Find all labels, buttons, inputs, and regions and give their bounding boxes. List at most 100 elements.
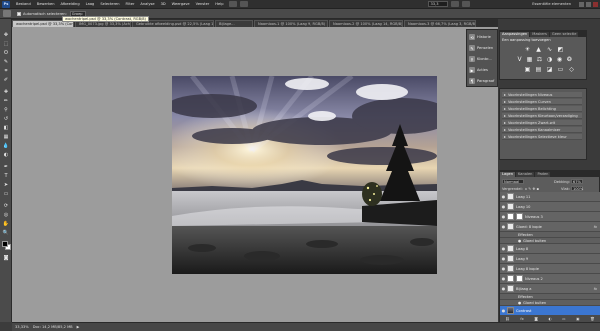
layer-row[interactable]: ● Niveaus 2: [500, 274, 600, 284]
dodge-tool-icon[interactable]: ◐: [2, 151, 10, 159]
crop-tool-icon[interactable]: ⌗: [2, 67, 10, 75]
brightness-contrast-icon[interactable]: ☀: [524, 46, 531, 53]
canvas-area[interactable]: [12, 27, 498, 322]
new-group-icon[interactable]: ▭: [562, 317, 565, 321]
add-mask-icon[interactable]: ◙: [534, 317, 538, 321]
layer-row[interactable]: ● Laag 10: [500, 202, 600, 212]
new-adjustment-icon[interactable]: ◐: [548, 317, 551, 321]
dock-item-paragraph[interactable]: ¶ Paragraaf: [469, 76, 498, 86]
preset-hue-saturation[interactable]: Voorinstellingen Kleurtoon/verzadiging: [502, 113, 582, 119]
tab-paths[interactable]: Paden: [535, 172, 551, 177]
path-selection-tool-icon[interactable]: ➤: [2, 181, 10, 189]
menu-layer[interactable]: Laag: [83, 2, 98, 6]
screen-mode-icon[interactable]: [462, 1, 471, 7]
preset-channel-mixer[interactable]: Voorinstellingen Kanaalmixer: [502, 127, 582, 133]
pen-tool-icon[interactable]: ✒: [2, 163, 10, 171]
menu-view[interactable]: Weergave: [169, 2, 193, 6]
tab-no-selection[interactable]: Geen selectie: [549, 32, 579, 37]
lock-icons[interactable]: ▫ ✎ ✥ ▪: [525, 187, 539, 191]
layer-row[interactable]: ● Laag 9: [500, 254, 600, 264]
status-menu-arrow-icon[interactable]: ▶: [77, 325, 80, 329]
photo-filter-icon[interactable]: ◉: [556, 56, 563, 63]
visibility-eye-icon[interactable]: ●: [500, 194, 507, 199]
tab-document[interactable]: Bijlage...: [215, 20, 253, 27]
zoom-level-select[interactable]: 33,3: [428, 1, 449, 7]
tab-masks[interactable]: Maskers: [530, 32, 549, 37]
vibrance-icon[interactable]: V: [516, 56, 523, 63]
shape-tool-icon[interactable]: ▭: [2, 190, 10, 198]
layer-row[interactable]: ● Niveaus 3: [500, 212, 600, 222]
layer-row[interactable]: ● Gloed: 8 kopie fx: [500, 222, 600, 232]
document-image[interactable]: [172, 76, 437, 274]
menu-filter[interactable]: Filter: [123, 2, 138, 6]
visibility-eye-icon[interactable]: ●: [500, 308, 507, 313]
menu-edit[interactable]: Bewerken: [34, 2, 58, 6]
preset-black-white[interactable]: Voorinstellingen Zwart-wit: [502, 120, 582, 126]
visibility-eye-icon[interactable]: ●: [500, 246, 507, 251]
brush-tool-icon[interactable]: ✏: [2, 97, 10, 105]
preset-curves[interactable]: Voorinstellingen Curven: [502, 99, 582, 105]
link-layers-icon[interactable]: ⛓: [505, 317, 510, 321]
hue-saturation-icon[interactable]: ▦: [526, 56, 533, 63]
tab-document[interactable]: Naamloos-3 @ 66,7% (Laag 3, RGB/8) ×: [404, 20, 476, 27]
layer-row[interactable]: ● Laag 11: [500, 192, 600, 202]
add-layer-style-icon[interactable]: fx: [520, 317, 523, 321]
3d-orbit-tool-icon[interactable]: ◎: [2, 211, 10, 219]
exposure-icon[interactable]: ◩: [557, 46, 564, 53]
layer-row-selected[interactable]: ● Contrast: [500, 306, 600, 316]
layer-row[interactable]: ● Laag 8 kopie: [500, 264, 600, 274]
levels-icon[interactable]: ▲: [535, 46, 542, 53]
menu-window[interactable]: Venster: [193, 2, 213, 6]
menu-select[interactable]: Selecteren: [97, 2, 122, 6]
tab-channels[interactable]: Kanalen: [515, 172, 535, 177]
quick-select-tool-icon[interactable]: ✎: [2, 58, 10, 66]
visibility-eye-icon[interactable]: ●: [500, 256, 507, 261]
opacity-input[interactable]: 67%: [570, 179, 583, 184]
tab-adjustments[interactable]: Aanpassingen: [500, 32, 530, 37]
posterize-icon[interactable]: ▤: [535, 66, 542, 73]
bridge-icon[interactable]: [229, 1, 238, 7]
3d-rotate-tool-icon[interactable]: ⟳: [2, 202, 10, 210]
preset-selective-color[interactable]: Voorinstellingen Selectieve kleur: [502, 134, 582, 140]
effect-eye-icon[interactable]: ●: [518, 239, 521, 243]
minibridge-icon[interactable]: [240, 1, 249, 7]
blur-tool-icon[interactable]: 💧: [2, 142, 10, 150]
layer-effects-icon[interactable]: fx: [594, 225, 597, 229]
dock-item-clone-source[interactable]: ⚲ Klonbr...: [469, 54, 498, 64]
eyedropper-tool-icon[interactable]: ✐: [2, 76, 10, 84]
invert-icon[interactable]: ▣: [524, 66, 531, 73]
fill-input[interactable]: 100%: [570, 186, 583, 191]
gradient-tool-icon[interactable]: ▦: [2, 133, 10, 141]
menu-analysis[interactable]: Analyse: [137, 2, 157, 6]
minimize-button[interactable]: [579, 1, 584, 7]
color-balance-icon[interactable]: ⚖: [536, 56, 543, 63]
dock-item-actions[interactable]: ▶ Acties: [469, 65, 498, 75]
status-zoom[interactable]: 33,33%: [15, 325, 29, 329]
visibility-eye-icon[interactable]: ●: [500, 214, 507, 219]
visibility-eye-icon[interactable]: ●: [500, 266, 507, 271]
layer-row[interactable]: ● Bijlaag a fx: [500, 284, 600, 294]
layer-effects-icon[interactable]: fx: [594, 287, 597, 291]
tab-document[interactable]: Naamloos-1 @ 100% (Laag 9, RGB/8) ×: [254, 20, 328, 27]
preset-exposure[interactable]: Voorinstellingen Belichting: [502, 106, 582, 112]
selective-color-icon[interactable]: ◇: [568, 66, 575, 73]
arrange-documents-icon[interactable]: [451, 1, 460, 7]
move-tool-icon[interactable]: ✥: [2, 31, 10, 39]
visibility-eye-icon[interactable]: ●: [500, 286, 507, 291]
menu-3d[interactable]: 3D: [158, 2, 169, 6]
new-layer-icon[interactable]: ▣: [576, 317, 579, 321]
clone-stamp-tool-icon[interactable]: ⚲: [2, 106, 10, 114]
close-button[interactable]: [593, 1, 598, 7]
threshold-icon[interactable]: ◪: [546, 66, 553, 73]
dock-item-history[interactable]: ⟲ Historie: [469, 32, 498, 42]
foreground-color-swatch[interactable]: [2, 241, 8, 247]
curves-icon[interactable]: ∿: [546, 46, 553, 53]
layer-row[interactable]: ● Laag 8: [500, 244, 600, 254]
healing-brush-tool-icon[interactable]: ✚: [2, 88, 10, 96]
zoom-tool-icon[interactable]: 🔍: [2, 229, 10, 237]
menu-help[interactable]: Help: [212, 2, 226, 6]
tab-document[interactable]: Naamloos-2 @ 100% (Laag 14, RGB/8) ×: [329, 20, 403, 27]
move-tool-preset-icon[interactable]: [3, 10, 11, 17]
tab-layers[interactable]: Lagen: [500, 172, 515, 177]
maximize-button[interactable]: [586, 1, 591, 7]
